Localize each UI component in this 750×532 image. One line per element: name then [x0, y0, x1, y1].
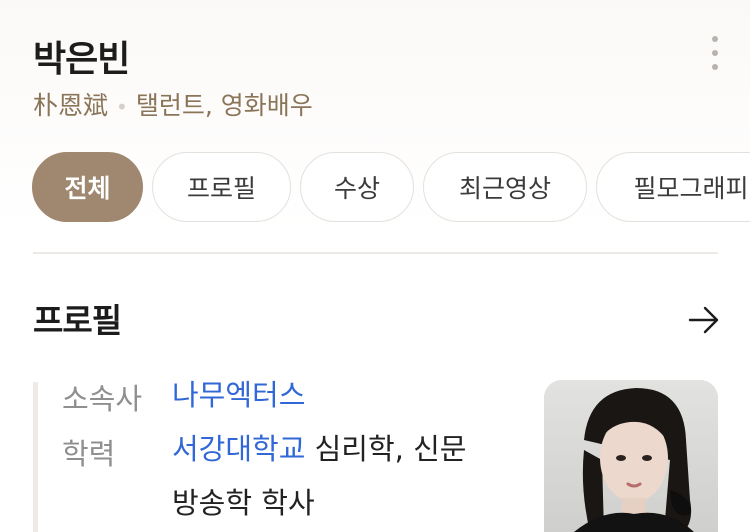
- tab-awards[interactable]: 수상: [300, 152, 414, 222]
- education-value: 서강대학교 심리학, 신문방송학 학사: [172, 422, 532, 530]
- portrait-image: [544, 380, 718, 532]
- agency-label: 소속사: [62, 382, 143, 416]
- education-major: 심리학, 신문: [305, 432, 467, 466]
- agency-link[interactable]: 나무엑터스: [172, 378, 305, 412]
- education-label: 학력: [62, 437, 116, 471]
- person-name: 박은빈: [33, 39, 130, 80]
- arrow-right-icon[interactable]: [688, 304, 720, 336]
- dot: [712, 64, 718, 70]
- dot: [712, 50, 718, 56]
- divider: [33, 252, 718, 254]
- tab-filmography[interactable]: 필모그래피: [596, 152, 750, 222]
- section-title: 프로필: [33, 301, 122, 340]
- tab-bar: 전체 프로필 수상 최근영상 필모그래피: [32, 152, 750, 222]
- profile-photo[interactable]: [544, 380, 718, 532]
- person-subtitle: 朴恩斌 • 탤런트, 영화배우: [33, 86, 313, 122]
- person-hanja: 朴恩斌: [33, 91, 109, 120]
- person-occupation: 탤런트, 영화배우: [135, 91, 313, 120]
- more-options-icon[interactable]: [704, 36, 726, 70]
- school-link[interactable]: 서강대학교: [172, 432, 305, 466]
- tab-profile[interactable]: 프로필: [152, 152, 291, 222]
- tab-all[interactable]: 전체: [32, 152, 143, 222]
- tab-recent-videos[interactable]: 최근영상: [423, 152, 587, 222]
- dot: [712, 36, 718, 42]
- agency-value: 나무엑터스: [172, 368, 305, 422]
- education-major-cont: 방송학 학사: [172, 486, 315, 520]
- separator-dot: •: [116, 95, 128, 119]
- info-accent-bar: [33, 382, 38, 532]
